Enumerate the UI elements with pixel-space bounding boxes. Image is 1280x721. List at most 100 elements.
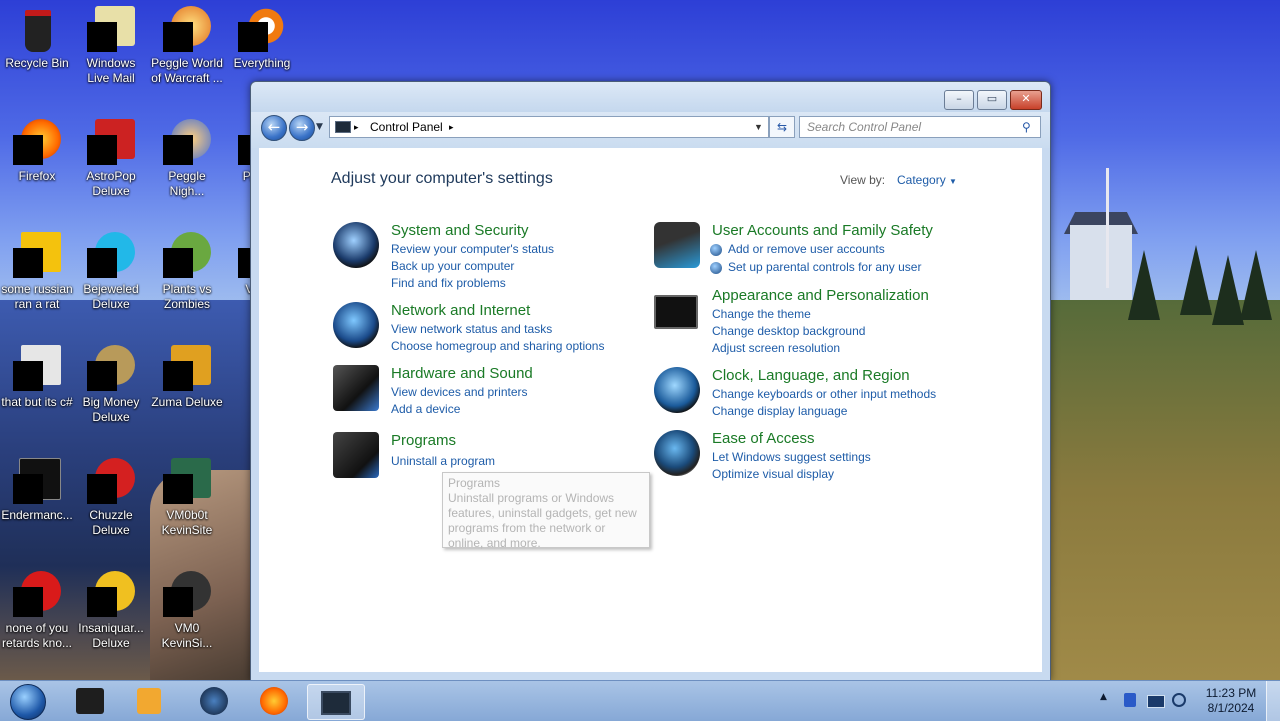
taskbar-control-panel[interactable] <box>307 684 365 720</box>
category-link[interactable]: Uninstall a program <box>391 454 495 468</box>
minimize-button[interactable]: – <box>944 90 974 110</box>
desktop-icon-plants-vs-zombies[interactable]: Plants vs Zombies <box>150 226 224 312</box>
category-title[interactable]: Appearance and Personalization <box>712 287 929 304</box>
big-money-icon <box>87 345 135 393</box>
programs-tooltip: Programs Uninstall programs or Windows f… <box>442 472 650 550</box>
category-link[interactable]: Change the theme <box>712 307 811 321</box>
category-link[interactable]: Find and fix problems <box>391 276 506 290</box>
desktop-icon-firefox[interactable]: Firefox <box>0 113 74 184</box>
start-button[interactable] <box>0 684 56 720</box>
taskbar-app-dark[interactable] <box>62 684 118 718</box>
category-title[interactable]: Network and Internet <box>391 302 530 319</box>
recent-pages-button[interactable]: ▼ <box>316 122 323 132</box>
taskbar-media-player[interactable] <box>121 684 177 718</box>
tree <box>1180 245 1212 315</box>
category-link[interactable]: Set up parental controls for any user <box>728 260 921 274</box>
address-bar[interactable]: ▸ Control Panel ▸ ▼ <box>329 116 769 138</box>
search-icon[interactable]: ⚲ <box>1022 117 1031 137</box>
navigation-bar: ← → ▼ ▸ Control Panel ▸ ▼ ⇆ Search Contr… <box>251 112 1050 148</box>
category-link[interactable]: Change desktop background <box>712 324 865 338</box>
desktop-icon-label: VM0 KevinSi... <box>161 621 213 650</box>
desktop-icon-endermanc[interactable]: Endermanc... <box>0 452 74 523</box>
category-title[interactable]: Ease of Access <box>712 430 815 447</box>
category-link[interactable]: Adjust screen resolution <box>712 341 840 355</box>
breadcrumb-arrow[interactable]: ▸ <box>449 117 454 137</box>
category-link[interactable]: View devices and printers <box>391 385 528 399</box>
action-center-flag-icon[interactable] <box>1124 693 1136 707</box>
desktop-icon-chuzzle[interactable]: Chuzzle Deluxe <box>74 452 148 538</box>
taskbar-globe-app[interactable] <box>186 684 242 718</box>
house <box>1070 225 1132 300</box>
close-icon: ✕ <box>1021 92 1031 105</box>
desktop-icon-label: Bejeweled Deluxe <box>83 282 139 311</box>
maximize-button[interactable]: ▭ <box>977 90 1007 110</box>
control-panel-window[interactable]: – ▭ ✕ ← → ▼ ▸ Control Panel ▸ ▼ ⇆ Search… <box>250 81 1051 681</box>
breadcrumb-arrow[interactable]: ▸ <box>354 117 359 137</box>
breadcrumb-control-panel[interactable]: Control Panel <box>370 117 443 137</box>
category-title[interactable]: Programs <box>391 432 456 449</box>
desktop-icon-windows-live-mail[interactable]: Windows Live Mail <box>74 0 148 86</box>
category-link[interactable]: Change display language <box>712 404 847 418</box>
show-hidden-icons-button[interactable]: ▲ <box>1100 692 1107 702</box>
firefox-icon <box>260 687 288 715</box>
desktop-icon-text-file[interactable]: some russian ran a rat <box>0 226 74 312</box>
tooltip-title: Programs <box>448 476 501 490</box>
close-button[interactable]: ✕ <box>1010 90 1042 110</box>
refresh-icon: ⇆ <box>776 120 788 134</box>
stacked-windows-icon <box>13 345 61 393</box>
category-link[interactable]: Add a device <box>391 402 460 416</box>
desktop-icon-none-of-you[interactable]: none of you retards kno... <box>0 565 74 651</box>
category-link[interactable]: Change keyboards or other input methods <box>712 387 936 401</box>
category-link[interactable]: Review your computer's status <box>391 242 554 256</box>
desktop-icon-label: Peggle Nigh... <box>168 169 206 198</box>
taskbar-firefox[interactable] <box>246 684 302 718</box>
desktop-icon-label: Big Money Deluxe <box>82 395 140 424</box>
forward-arrow-icon: → <box>295 118 309 136</box>
desktop-icon-that-but[interactable]: that but its c# <box>0 339 74 410</box>
category-title[interactable]: Hardware and Sound <box>391 365 533 382</box>
category-link[interactable]: Choose homegroup and sharing options <box>391 339 604 353</box>
field-scenery <box>1048 300 1280 680</box>
desktop-icon-vm0b0t[interactable]: VM0b0t KevinSite <box>150 452 224 538</box>
category-link[interactable]: View network status and tasks <box>391 322 552 336</box>
bejeweled-icon <box>87 232 135 280</box>
start-orb-icon <box>10 684 46 720</box>
category-link[interactable]: Optimize visual display <box>712 467 834 481</box>
title-bar[interactable]: – ▭ ✕ <box>251 82 1050 112</box>
category-link[interactable]: Add or remove user accounts <box>728 242 885 256</box>
desktop-icon-label: Windows Live Mail <box>86 56 136 85</box>
clock-time: 11:23 PM <box>1205 686 1257 700</box>
volume-icon[interactable] <box>1172 693 1186 707</box>
maximize-icon: ▭ <box>986 92 998 105</box>
firefox-icon <box>13 119 61 167</box>
category-title[interactable]: Clock, Language, and Region <box>712 367 910 384</box>
address-dropdown-icon[interactable]: ▼ <box>754 117 763 137</box>
taskbar: ▲ 11:23 PM 8/1/2024 <box>0 680 1280 721</box>
peggle-wow-icon <box>163 6 211 54</box>
view-by-dropdown[interactable]: Category ▼ <box>897 173 957 187</box>
forward-button[interactable]: → <box>289 115 315 141</box>
desktop-icon-label: some russian ran a rat <box>1 282 73 311</box>
desktop-icon-recycle-bin[interactable]: Recycle Bin <box>0 0 74 71</box>
network-icon[interactable] <box>1147 695 1165 708</box>
category-link[interactable]: Back up your computer <box>391 259 514 273</box>
tree <box>1128 250 1160 320</box>
desktop-icon-peggle-wow[interactable]: Peggle World of Warcraft ... <box>150 0 224 86</box>
control-panel-content: Adjust your computer's settings View by:… <box>259 148 1042 672</box>
desktop-icon-astropop[interactable]: AstroPop Deluxe <box>74 113 148 199</box>
category-title[interactable]: User Accounts and Family Safety <box>712 222 933 239</box>
refresh-button[interactable]: ⇆ <box>769 116 795 138</box>
show-desktop-button[interactable] <box>1266 681 1280 721</box>
desktop-icon-insaniquarium[interactable]: Insaniquar... Deluxe <box>74 565 148 651</box>
clock[interactable]: 11:23 PM 8/1/2024 <box>1196 686 1266 716</box>
back-button[interactable]: ← <box>261 115 287 141</box>
desktop-icon-big-money[interactable]: Big Money Deluxe <box>74 339 148 425</box>
category-title[interactable]: System and Security <box>391 222 529 239</box>
category-link[interactable]: Let Windows suggest settings <box>712 450 871 464</box>
desktop-icon-vm0[interactable]: VM0 KevinSi... <box>150 565 224 651</box>
desktop-icon-zuma[interactable]: Zuma Deluxe <box>150 339 224 410</box>
search-input[interactable]: Search Control Panel ⚲ <box>799 116 1041 138</box>
desktop-icon-everything[interactable]: Everything <box>225 0 299 71</box>
desktop-icon-peggle-nights[interactable]: Peggle Nigh... <box>150 113 224 199</box>
desktop-icon-bejeweled[interactable]: Bejeweled Deluxe <box>74 226 148 312</box>
